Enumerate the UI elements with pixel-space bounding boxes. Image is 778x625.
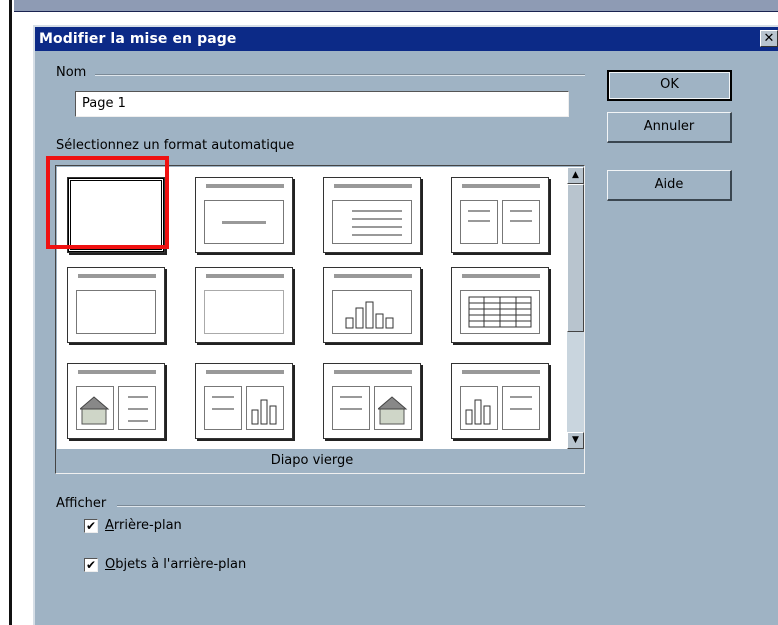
layout-title-text[interactable] [323, 177, 421, 253]
ok-button[interactable]: OK [607, 70, 732, 101]
layout-title-table[interactable] [451, 267, 549, 343]
page-layout-dialog: Modifier la mise en page ✕ Nom Page 1 OK… [33, 25, 778, 625]
house-image-icon [80, 396, 110, 425]
background-objects-checkbox[interactable]: ✔ [84, 558, 98, 572]
title-two-text-layout-icon [462, 184, 540, 188]
layout-title-chart[interactable] [323, 267, 421, 343]
layout-chart-text[interactable] [451, 363, 549, 439]
checkmark-icon: ✔ [85, 558, 97, 572]
scroll-thumb[interactable] [567, 184, 584, 332]
bar-chart-icon [345, 301, 394, 329]
selected-layout-caption: Diapo vierge [270, 453, 354, 468]
close-icon: ✕ [763, 31, 775, 46]
name-group-line [95, 74, 585, 76]
bar-chart-icon [465, 399, 491, 425]
title-chart-layout-icon [334, 274, 412, 278]
title-slide-layout-icon [206, 184, 284, 188]
text-image-layout-icon [334, 370, 412, 374]
autolayout-label: Sélectionnez un format automatique [56, 138, 298, 153]
dialog-title-bar: Modifier la mise en page ✕ [35, 27, 778, 51]
background-checkbox[interactable]: ✔ [84, 519, 98, 533]
cancel-button[interactable]: Annuler [607, 112, 732, 143]
name-input[interactable]: Page 1 [75, 91, 569, 117]
layout-image-text[interactable] [67, 363, 165, 439]
background-window-border [9, 0, 12, 625]
checkmark-icon: ✔ [85, 519, 97, 533]
title-only-layout-icon [78, 274, 156, 278]
screenshot-frame: Modifier la mise en page ✕ Nom Page 1 OK… [0, 0, 778, 625]
display-group-label: Afficher [56, 496, 110, 511]
text-chart-layout-icon [206, 370, 284, 374]
scroll-up-icon[interactable]: ▲ [567, 167, 584, 184]
background-checkbox-label[interactable]: Arrière-plan [105, 518, 182, 533]
layout-text-chart[interactable] [195, 363, 293, 439]
highlight-box [46, 156, 169, 249]
layout-title-two-text[interactable] [451, 177, 549, 253]
bar-chart-icon [251, 399, 277, 425]
title-text-layout-icon [334, 184, 412, 188]
title-object-layout-icon [206, 274, 284, 278]
title-table-layout-icon [462, 274, 540, 278]
chart-text-layout-icon [462, 370, 540, 374]
background-objects-checkbox-label[interactable]: Objets à l'arrière-plan [105, 557, 246, 572]
dialog-title: Modifier la mise en page [39, 31, 237, 47]
layout-title-only[interactable] [67, 267, 165, 343]
layout-text-image[interactable] [323, 363, 421, 439]
display-group-line [117, 505, 585, 507]
image-text-layout-icon [78, 370, 156, 374]
table-grid-icon [468, 296, 532, 328]
scroll-down-icon[interactable]: ▼ [567, 432, 584, 449]
layout-scrollbar[interactable]: ▲ ▼ [567, 167, 584, 449]
house-image-icon [378, 396, 408, 425]
name-group-label: Nom [56, 65, 90, 80]
close-button[interactable]: ✕ [760, 30, 778, 47]
layout-title-slide[interactable] [195, 177, 293, 253]
layout-title-object[interactable] [195, 267, 293, 343]
background-window-band [14, 0, 778, 12]
help-button[interactable]: Aide [607, 170, 732, 201]
